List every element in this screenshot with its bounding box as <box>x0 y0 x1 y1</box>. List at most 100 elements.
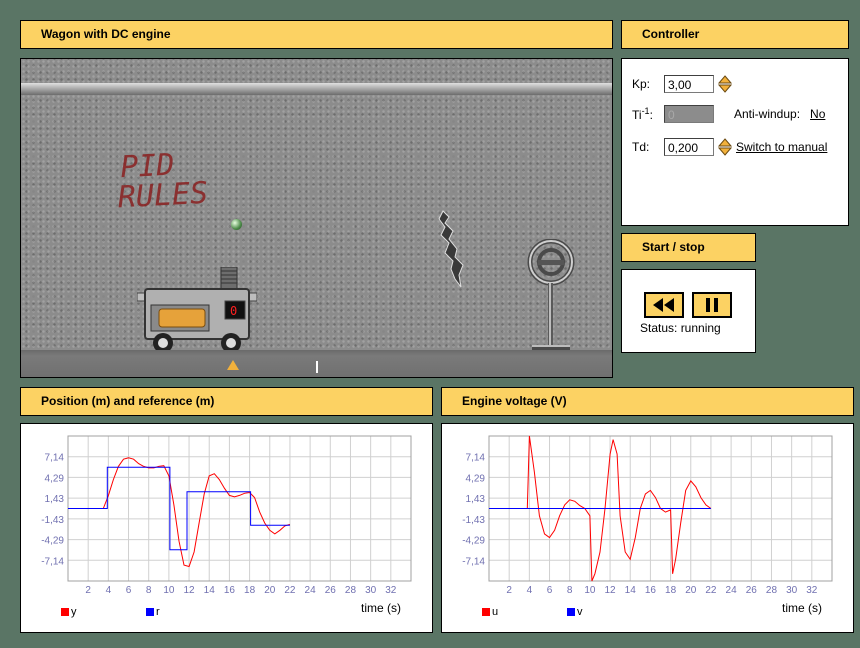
td-input[interactable]: 0,200 <box>664 138 714 156</box>
x-tick-label: 28 <box>766 585 778 596</box>
legend-u-label: u <box>492 606 499 618</box>
ti-label-sup: -1 <box>641 106 650 116</box>
graffiti-text: PID RULES <box>116 147 209 216</box>
x-tick-label: 32 <box>385 585 397 596</box>
x-tick-label: 20 <box>685 585 697 596</box>
legend-r: r <box>146 606 160 618</box>
legend-r-swatch <box>146 608 154 616</box>
legend-u: u <box>482 606 498 618</box>
ceiling-pipe <box>21 83 612 95</box>
legend-y: y <box>61 606 77 618</box>
switch-to-manual-link[interactable]: Switch to manual <box>736 140 827 154</box>
simulation-canvas[interactable]: PID RULES 0 <box>20 58 613 378</box>
startstop-title: Start / stop <box>642 240 705 254</box>
voltage-chart-title: Engine voltage (V) <box>462 394 567 408</box>
kp-label: Kp: <box>632 77 651 91</box>
antiwindup-toggle[interactable]: No <box>810 107 825 121</box>
x-tick-label: 14 <box>204 585 216 596</box>
x-tick-label: 10 <box>163 585 175 596</box>
target-sign-icon <box>527 239 575 351</box>
x-tick-label: 14 <box>625 585 637 596</box>
y-tick-label: 1,43 <box>466 494 486 505</box>
td-label: Td: <box>632 140 650 154</box>
status-text: Status: running <box>640 321 721 335</box>
voltage-chart-panel: 2 4 6 8 10 12 14 16 18 20 22 24 26 28 30 32 7,14 4,29 1,43… <box>441 423 854 633</box>
x-tick-label: 22 <box>284 585 296 596</box>
position-chart-xlabel: time (s) <box>361 601 401 615</box>
y-tick-label: 4,29 <box>466 473 486 484</box>
x-tick-label: 18 <box>665 585 677 596</box>
x-tick-label: 16 <box>645 585 657 596</box>
x-tick-label: 24 <box>726 585 738 596</box>
rewind-button[interactable] <box>644 292 684 318</box>
rewind-icon <box>653 298 674 312</box>
pause-icon <box>706 298 718 312</box>
voltage-chart-xlabel: time (s) <box>782 601 822 615</box>
sim-panel-header: Wagon with DC engine <box>20 20 613 49</box>
x-tick-label: 26 <box>746 585 758 596</box>
position-chart-header: Position (m) and reference (m) <box>20 387 433 416</box>
x-tick-label: 18 <box>244 585 256 596</box>
x-tick-label: 30 <box>786 585 798 596</box>
x-tick-label: 2 <box>506 585 512 596</box>
y-tick-label: -4,29 <box>462 536 485 547</box>
wagon-position-marker[interactable] <box>227 360 239 370</box>
x-tick-label: 6 <box>547 585 553 596</box>
wagon-display-value: 0 <box>230 304 237 318</box>
reference-ball <box>231 219 242 230</box>
position-chart-panel: 2 4 6 8 10 12 14 16 18 20 22 24 26 28 30 32 7,14 4,29 1,43… <box>20 423 433 633</box>
legend-r-label: r <box>156 606 160 618</box>
y-tick-label: -7,14 <box>41 556 64 567</box>
sim-panel-title: Wagon with DC engine <box>41 27 171 41</box>
td-spinner-icon[interactable] <box>718 138 732 156</box>
ti-label: Ti-1: <box>632 106 653 122</box>
controller-title: Controller <box>642 27 700 41</box>
x-tick-label: 16 <box>224 585 236 596</box>
x-tick-label: 22 <box>705 585 717 596</box>
x-tick-label: 8 <box>567 585 573 596</box>
x-tick-label: 24 <box>305 585 317 596</box>
x-tick-label: 4 <box>527 585 533 596</box>
legend-v-swatch <box>567 608 575 616</box>
x-tick-label: 32 <box>806 585 818 596</box>
y-tick-label: 7,14 <box>45 453 65 464</box>
wall-crack-icon <box>438 210 464 288</box>
y-tick-label: 1,43 <box>45 494 65 505</box>
legend-v: v <box>567 606 583 618</box>
x-tick-label: 4 <box>106 585 112 596</box>
y-tick-label: -1,43 <box>462 515 485 526</box>
x-tick-label: 12 <box>183 585 195 596</box>
kp-spinner-icon[interactable] <box>718 75 732 93</box>
x-tick-label: 20 <box>264 585 276 596</box>
graffiti-line2: RULES <box>116 175 209 216</box>
y-tick-label: -7,14 <box>462 556 485 567</box>
ti-input: 0 <box>664 105 714 123</box>
x-tick-label: 8 <box>146 585 152 596</box>
reference-position-marker[interactable] <box>316 361 318 373</box>
x-tick-label: 2 <box>85 585 91 596</box>
plot-area <box>67 435 412 582</box>
controller-panel: Kp: 3,00 Ti-1: 0 Anti-windup: No Td: 0,2… <box>621 58 849 226</box>
x-tick-label: 6 <box>126 585 132 596</box>
x-tick-label: 28 <box>345 585 357 596</box>
legend-v-label: v <box>577 606 583 618</box>
antiwindup-label: Anti-windup: <box>734 107 801 121</box>
startstop-header: Start / stop <box>621 233 756 262</box>
pause-button[interactable] <box>692 292 732 318</box>
x-tick-label: 30 <box>365 585 377 596</box>
legend-u-swatch <box>482 608 490 616</box>
startstop-panel: Status: running <box>621 269 756 353</box>
wagon-icon: 0 <box>137 267 257 353</box>
y-tick-label: -4,29 <box>41 536 64 547</box>
kp-input[interactable]: 3,00 <box>664 75 714 93</box>
controller-header: Controller <box>621 20 849 49</box>
y-tick-label: 4,29 <box>45 473 65 484</box>
legend-y-swatch <box>61 608 69 616</box>
x-tick-label: 26 <box>325 585 337 596</box>
position-chart-title: Position (m) and reference (m) <box>41 394 215 408</box>
voltage-chart-header: Engine voltage (V) <box>441 387 854 416</box>
y-tick-label: 7,14 <box>466 453 486 464</box>
chart-grid <box>68 436 411 581</box>
legend-y-label: y <box>71 606 77 618</box>
x-tick-label: 12 <box>604 585 616 596</box>
